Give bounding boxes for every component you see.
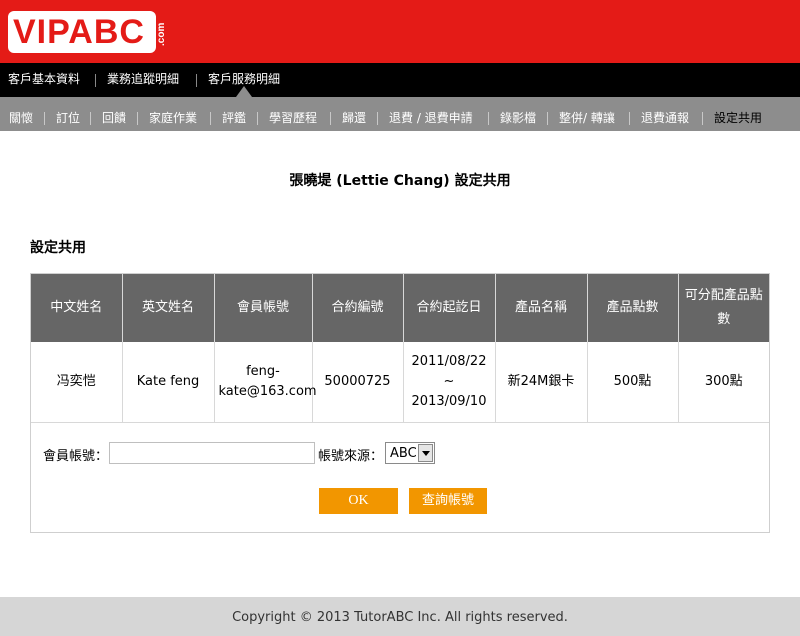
page-title: 張曉堤 (Lettie Chang) 設定共用 — [289, 173, 511, 189]
nav-divider — [330, 112, 331, 125]
logo-text: VIPABC — [13, 13, 145, 51]
footer-copyright: Copyright © 2013 TutorABC Inc. All right… — [0, 597, 800, 636]
table-header-row: 中文姓名 英文姓名 會員帳號 合約編號 合約起訖日 產品名稱 產品點數 可分配產… — [31, 274, 769, 342]
header-chinese-name: 中文姓名 — [31, 274, 123, 342]
sub-nav-item-refund-notice[interactable]: 退費通報 — [641, 97, 689, 131]
nav-divider — [196, 74, 197, 87]
header-english-name: 英文姓名 — [122, 274, 215, 342]
top-nav-item-sales-tracking[interactable]: 業務追蹤明細 — [107, 63, 179, 97]
cell-english-name: Kate feng — [122, 342, 215, 423]
top-nav-item-customer-basic[interactable]: 客戶基本資料 — [8, 63, 80, 97]
active-nav-indicator — [236, 86, 252, 97]
ok-button[interactable]: OK — [319, 488, 398, 514]
cell-allocatable-points: 300點 — [678, 342, 769, 423]
cell-contract-no: 50000725 — [312, 342, 404, 423]
sub-nav-item-evaluation[interactable]: 評鑑 — [222, 97, 246, 131]
nav-divider — [629, 112, 630, 125]
nav-divider — [547, 112, 548, 125]
header-product-points: 產品點數 — [587, 274, 679, 342]
nav-divider — [95, 74, 96, 87]
brand-bar: VIPABC .com — [0, 0, 800, 63]
sub-nav-item-booking[interactable]: 訂位 — [56, 97, 80, 131]
sub-nav-item-homework[interactable]: 家庭作業 — [149, 97, 197, 131]
cell-product-name: 新24M銀卡 — [495, 342, 588, 423]
chevron-down-icon[interactable] — [418, 444, 433, 462]
account-label: 會員帳號： — [43, 449, 109, 464]
header-allocatable-points: 可分配產品點數 — [678, 274, 769, 342]
sub-nav-item-care[interactable]: 關懷 — [9, 97, 33, 131]
nav-divider — [257, 112, 258, 125]
header-contract-no: 合約編號 — [312, 274, 404, 342]
nav-divider — [377, 112, 378, 125]
header-account: 會員帳號 — [214, 274, 313, 342]
account-source-value: ABC — [390, 446, 417, 461]
account-source-label: 帳號來源： — [318, 449, 384, 464]
sub-nav-item-refund-request[interactable]: 退費 / 退費申請 — [389, 97, 473, 131]
cell-account: feng-kate@163.com — [214, 342, 317, 423]
shared-setting-panel: 中文姓名 英文姓名 會員帳號 合約編號 合約起訖日 產品名稱 產品點數 可分配產… — [30, 273, 770, 533]
section-title: 設定共用 — [30, 240, 86, 256]
sub-nav-item-learning-history[interactable]: 學習歷程 — [269, 97, 317, 131]
nav-divider — [90, 112, 91, 125]
sub-nav-item-shared-setting[interactable]: 設定共用 — [714, 97, 762, 131]
nav-divider — [44, 112, 45, 125]
contract-date-separator: ~ — [443, 373, 455, 389]
sub-nav-item-return[interactable]: 歸還 — [342, 97, 366, 131]
contract-end-date: 2013/09/10 — [411, 393, 487, 409]
account-input[interactable] — [109, 442, 315, 464]
cell-product-points: 500點 — [587, 342, 679, 423]
cell-contract-period: 2011/08/22 ~ 2013/09/10 — [403, 342, 496, 423]
query-account-button[interactable]: 查詢帳號 — [409, 488, 487, 514]
nav-divider — [702, 112, 703, 125]
nav-divider — [210, 112, 211, 125]
sub-nav-item-feedback[interactable]: 回饋 — [102, 97, 126, 131]
logo-suffix: .com — [156, 22, 167, 46]
contract-table: 中文姓名 英文姓名 會員帳號 合約編號 合約起訖日 產品名稱 產品點數 可分配產… — [31, 274, 769, 423]
table-row: 冯奕恺 Kate feng feng-kate@163.com 50000725… — [31, 342, 769, 423]
sub-nav: 關懷 訂位 回饋 家庭作業 評鑑 學習歷程 歸還 退費 / 退費申請 錄影檔 整… — [0, 97, 800, 131]
sub-nav-item-recordings[interactable]: 錄影檔 — [500, 97, 536, 131]
sub-nav-item-merge-transfer[interactable]: 整併/ 轉讓 — [559, 97, 615, 131]
header-product-name: 產品名稱 — [495, 274, 588, 342]
nav-divider — [488, 112, 489, 125]
contract-start-date: 2011/08/22 — [411, 353, 487, 369]
cell-chinese-name: 冯奕恺 — [31, 342, 123, 423]
nav-divider — [137, 112, 138, 125]
vipabc-logo[interactable]: VIPABC — [8, 11, 156, 53]
top-nav: 客戶基本資料 業務追蹤明細 客戶服務明細 — [0, 63, 800, 97]
account-source-select[interactable]: ABC — [385, 442, 435, 464]
header-contract-period: 合約起訖日 — [403, 274, 496, 342]
